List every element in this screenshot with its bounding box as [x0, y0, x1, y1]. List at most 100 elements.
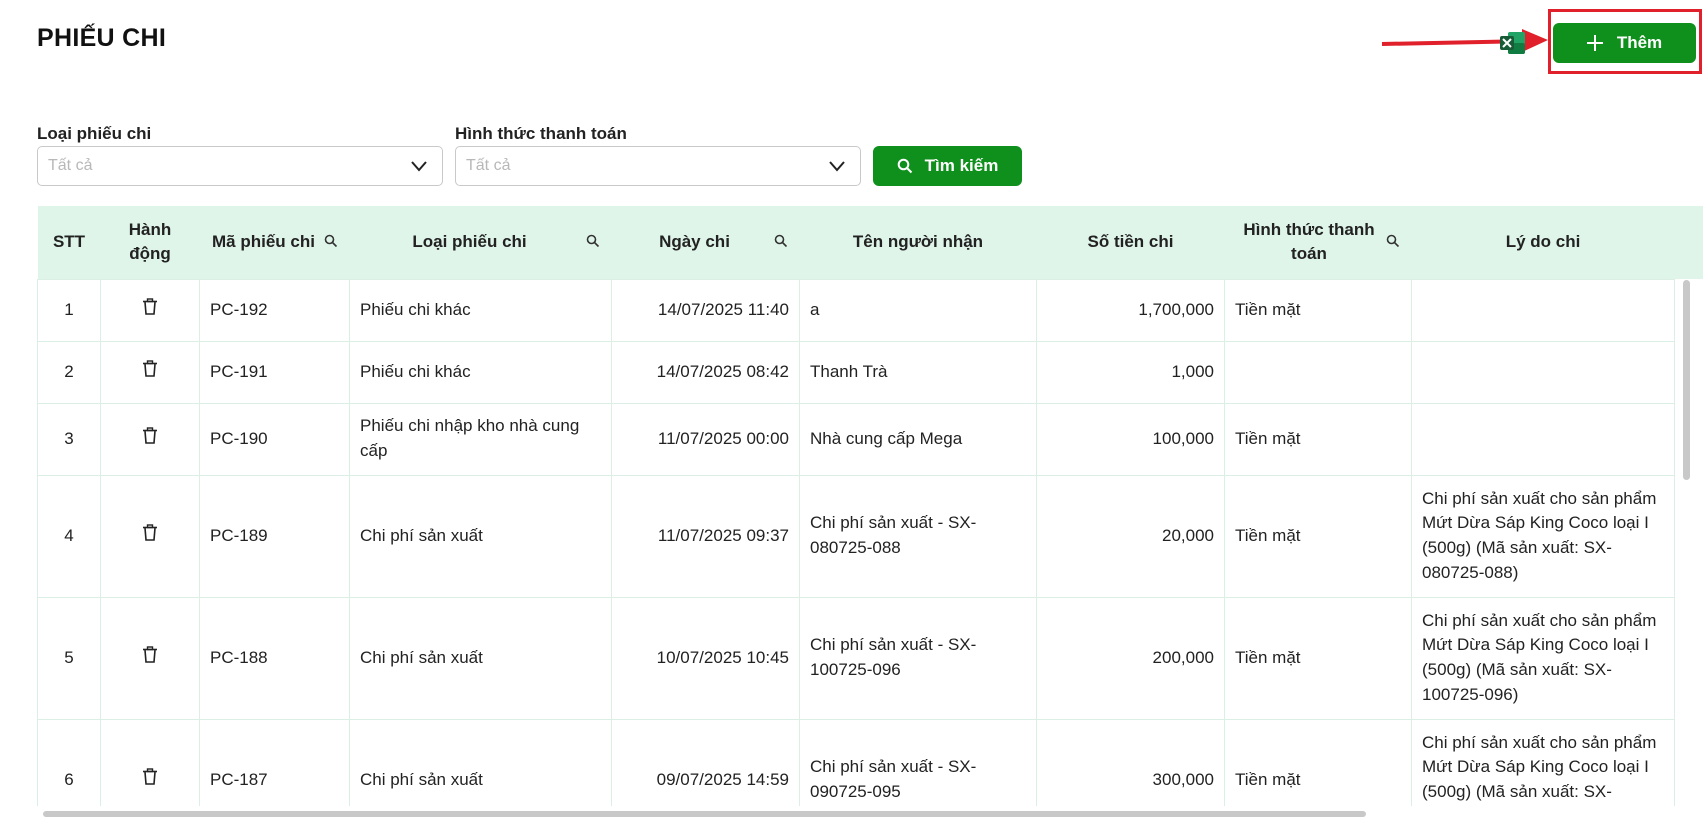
row-date: 09/07/2025 14:59 — [611, 718, 800, 806]
column-search-icon[interactable] — [774, 234, 788, 248]
row-code: PC-189 — [199, 474, 350, 598]
row-payment: Tiền mặt — [1224, 718, 1412, 806]
row-stt: 4 — [37, 474, 101, 598]
payment-filter-placeholder: Tất cả — [466, 157, 511, 174]
row-spacer — [1675, 597, 1703, 719]
row-action — [100, 402, 200, 476]
payment-filter-label: Hình thức thanh toán — [455, 124, 627, 143]
header-spacer — [1674, 206, 1703, 279]
row-type: Chi phí sản xuất — [349, 474, 612, 598]
row-recipient: Chi phí sản xuất - SX-080725-088 — [799, 474, 1037, 598]
page-title: PHIẾU CHI — [37, 24, 167, 52]
column-search-icon[interactable] — [586, 234, 600, 248]
row-recipient: Thanh Trà — [799, 340, 1037, 404]
table-row[interactable]: 3 PC-190 Phiếu chi nhập kho nhà cung cấp 11… — [37, 402, 1703, 476]
header-code: Mã phiếu chi — [199, 206, 350, 279]
row-code: PC-187 — [199, 718, 350, 806]
row-action — [100, 278, 200, 342]
row-payment: Tiền mặt — [1224, 402, 1412, 476]
add-button[interactable]: Thêm — [1553, 23, 1696, 63]
payment-filter-select[interactable]: Tất cả — [455, 146, 861, 186]
row-code: PC-191 — [199, 340, 350, 404]
row-type: Phiếu chi khác — [349, 340, 612, 404]
row-date: 11/07/2025 09:37 — [611, 474, 800, 598]
row-code: PC-190 — [199, 402, 350, 476]
search-button[interactable]: Tìm kiếm — [873, 146, 1022, 186]
row-amount: 300,000 — [1036, 718, 1225, 806]
row-spacer — [1675, 475, 1703, 597]
header-amount: Số tiền chi — [1036, 206, 1225, 279]
trash-icon[interactable] — [142, 523, 158, 541]
type-filter-label: Loại phiếu chi — [37, 124, 152, 143]
row-reason: Chi phí sản xuất cho sản phẩm Mứt Dừa Sá… — [1411, 474, 1675, 598]
row-amount: 1,000 — [1036, 340, 1225, 404]
row-recipient: Nhà cung cấp Mega — [799, 402, 1037, 476]
row-action — [100, 718, 200, 806]
column-search-icon[interactable] — [1386, 234, 1400, 248]
vertical-scrollbar[interactable] — [1683, 280, 1690, 480]
row-recipient: Chi phí sản xuất - SX-100725-096 — [799, 596, 1037, 720]
trash-icon[interactable] — [142, 645, 158, 663]
trash-icon[interactable] — [142, 426, 158, 444]
row-stt: 2 — [37, 340, 101, 404]
table-row[interactable]: 1 PC-192 Phiếu chi khác 14/07/2025 11:40 a 1,… — [37, 278, 1703, 342]
row-code: PC-192 — [199, 278, 350, 342]
row-stt: 3 — [37, 402, 101, 476]
type-filter-placeholder: Tất cả — [48, 157, 93, 174]
type-filter-select[interactable]: Tất cả — [37, 146, 443, 186]
row-type: Chi phí sản xuất — [349, 596, 612, 720]
row-date: 14/07/2025 11:40 — [611, 278, 800, 342]
row-stt: 1 — [37, 278, 101, 342]
row-type: Phiếu chi khác — [349, 278, 612, 342]
row-payment — [1224, 340, 1412, 404]
row-amount: 200,000 — [1036, 596, 1225, 720]
header-recipient: Tên người nhận — [799, 206, 1037, 279]
row-spacer — [1675, 719, 1703, 806]
header-date: Ngày chi — [611, 206, 800, 279]
row-payment: Tiền mặt — [1224, 474, 1412, 598]
add-button-label: Thêm — [1616, 33, 1663, 52]
header-action: Hành động — [100, 206, 200, 279]
chevron-down-icon — [829, 161, 845, 172]
table-header-row: STT Hành động Mã phiếu chi Loại phiếu ch… — [37, 206, 1703, 279]
row-code: PC-188 — [199, 596, 350, 720]
row-recipient: Chi phí sản xuất - SX-090725-095 — [799, 718, 1037, 806]
header-payment: Hình thức thanh toán — [1224, 206, 1412, 279]
header-stt: STT — [37, 206, 101, 279]
row-type: Chi phí sản xuất — [349, 718, 612, 806]
row-reason — [1411, 402, 1675, 476]
row-reason — [1411, 340, 1675, 404]
search-icon — [897, 158, 912, 174]
row-stt: 5 — [37, 596, 101, 720]
row-reason — [1411, 278, 1675, 342]
header-type: Loại phiếu chi — [349, 206, 612, 279]
trash-icon[interactable] — [142, 359, 158, 377]
search-button-label: Tìm kiếm — [924, 156, 999, 175]
row-amount: 20,000 — [1036, 474, 1225, 598]
row-action — [100, 596, 200, 720]
table-row[interactable]: 2 PC-191 Phiếu chi khác 14/07/2025 08:42 Tha… — [37, 340, 1703, 404]
row-stt: 6 — [37, 718, 101, 806]
horizontal-scrollbar[interactable] — [43, 811, 1366, 817]
table-row[interactable]: 6 PC-187 Chi phí sản xuất 09/07/2025 14:59 C… — [37, 718, 1703, 806]
row-date: 10/07/2025 10:45 — [611, 596, 800, 720]
trash-icon[interactable] — [142, 297, 158, 315]
column-search-icon[interactable] — [324, 234, 338, 248]
chevron-down-icon — [411, 161, 427, 172]
row-amount: 1,700,000 — [1036, 278, 1225, 342]
row-action — [100, 340, 200, 404]
row-reason: Chi phí sản xuất cho sản phẩm Mứt Dừa Sá… — [1411, 718, 1675, 806]
row-amount: 100,000 — [1036, 402, 1225, 476]
row-recipient: a — [799, 278, 1037, 342]
row-action — [100, 474, 200, 598]
row-payment: Tiền mặt — [1224, 278, 1412, 342]
row-reason: Chi phí sản xuất cho sản phẩm Mứt Dừa Sá… — [1411, 596, 1675, 720]
row-date: 11/07/2025 00:00 — [611, 402, 800, 476]
row-payment: Tiền mặt — [1224, 596, 1412, 720]
excel-icon[interactable] — [1499, 30, 1527, 56]
expense-table: STT Hành động Mã phiếu chi Loại phiếu ch… — [37, 206, 1703, 806]
table-row[interactable]: 4 PC-189 Chi phí sản xuất 11/07/2025 09:37 C… — [37, 474, 1703, 598]
trash-icon[interactable] — [142, 767, 158, 785]
table-row[interactable]: 5 PC-188 Chi phí sản xuất 10/07/2025 10:45 C… — [37, 596, 1703, 720]
row-date: 14/07/2025 08:42 — [611, 340, 800, 404]
